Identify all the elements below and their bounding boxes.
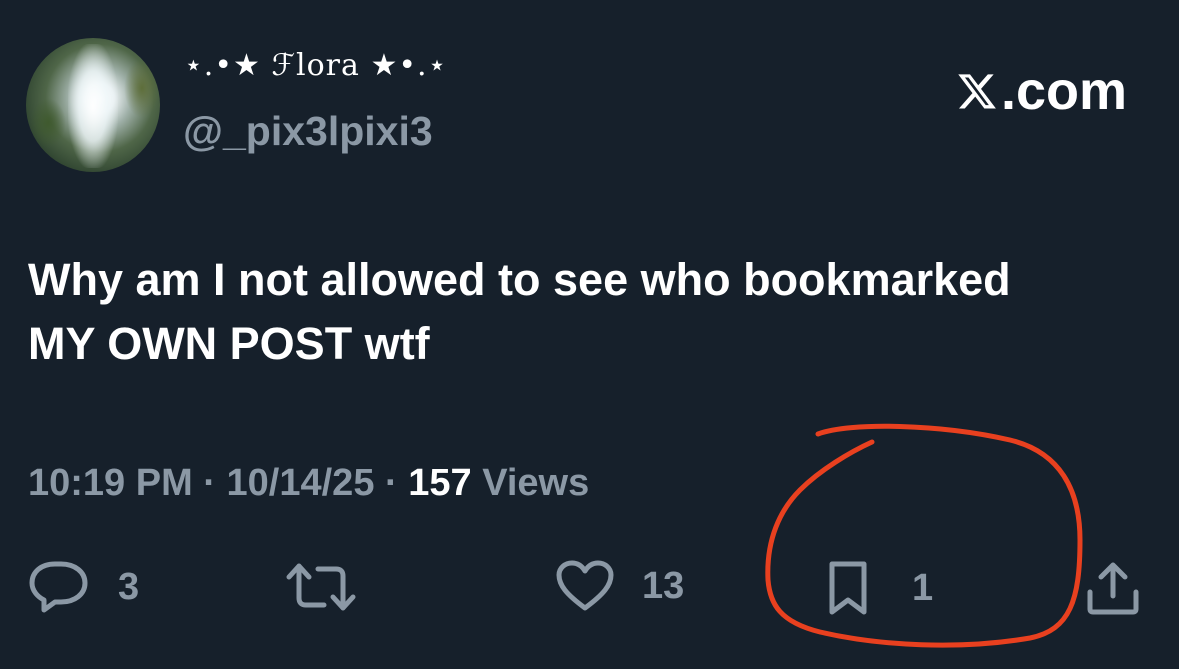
bookmark-button[interactable]: 1	[824, 560, 933, 616]
like-button[interactable]: 13	[556, 560, 684, 612]
post-time[interactable]: 10:19 PM	[28, 462, 193, 504]
reply-icon	[29, 561, 88, 613]
display-name[interactable]: ⋆.•★ ℱlora ★•.⋆	[184, 48, 447, 83]
x-logo-icon	[958, 74, 996, 109]
bookmark-icon	[829, 561, 867, 615]
reply-count: 3	[118, 565, 140, 608]
heart-icon	[556, 560, 614, 611]
post-text-line: Why am I not allowed to see who bookmark…	[28, 254, 1011, 305]
bookmark-count: 1	[912, 566, 934, 609]
views-count: 157	[408, 462, 472, 504]
meta-separator: ·	[374, 462, 409, 504]
post-date[interactable]: 10/14/25	[227, 462, 375, 504]
repost-button[interactable]	[286, 560, 356, 614]
avatar[interactable]	[26, 38, 160, 172]
share-button[interactable]	[1084, 560, 1142, 616]
post-card: ⋆.•★ ℱlora ★•.⋆ @_pix3lpixi3 .com Why am…	[0, 0, 1179, 669]
avatar-figure	[68, 44, 118, 168]
post-meta: 10:19 PM · 10/14/25 · 157 Views	[28, 462, 589, 505]
brand-watermark: .com	[955, 60, 1127, 122]
like-count: 13	[642, 564, 685, 607]
brand-label: .com	[1000, 61, 1127, 121]
share-icon	[1087, 562, 1139, 615]
avatar-foliage	[124, 58, 160, 118]
avatar-foliage	[30, 98, 66, 148]
user-handle[interactable]: @_pix3lpixi3	[183, 108, 433, 155]
repost-icon	[286, 563, 356, 611]
reply-button[interactable]: 3	[28, 560, 139, 614]
post-text-line: MY OWN POST wtf	[28, 318, 430, 369]
post-text: Why am I not allowed to see who bookmark…	[28, 248, 1158, 376]
meta-separator: ·	[192, 462, 227, 504]
views-label: Views	[471, 462, 590, 504]
